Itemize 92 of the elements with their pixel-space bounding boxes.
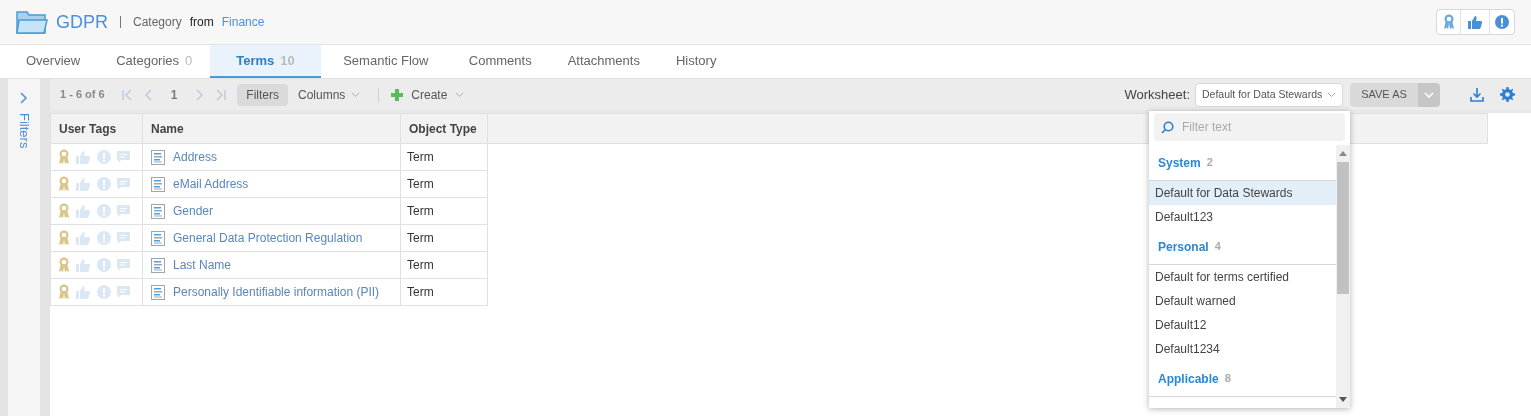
award-icon [58,257,70,273]
document-icon [151,176,165,192]
settings-icon[interactable] [1500,87,1515,102]
comment-icon [117,151,130,163]
comment-icon [117,232,130,244]
filters-button[interactable]: Filters [237,83,288,106]
filter-input[interactable]: Filter text [1182,118,1332,136]
comment-icon [117,205,130,217]
menu-item[interactable]: Default12 [1149,313,1336,337]
page-title: GDPR [56,10,108,34]
page-range: 1 - 6 of 6 [60,87,105,103]
thumbs-up-icon [76,230,91,246]
table-cell: Term [400,224,488,252]
exclamation-icon [97,285,111,299]
parent-link[interactable]: Finance [221,13,265,31]
group-count: 2 [1206,155,1213,171]
table-cell: Term [400,251,488,279]
expand-icon[interactable] [18,91,30,105]
award-icon [58,176,70,192]
exclamation-icon [1495,15,1509,29]
tab[interactable]: Terms 10 [210,45,321,78]
document-icon [151,230,165,246]
menu-item[interactable]: Default for Data Stewards [1149,181,1336,205]
column-header[interactable]: Object Type [400,113,488,144]
table-cell: Term [400,143,488,171]
term-link[interactable]: Address [173,148,218,166]
table-cell: Term [400,278,488,306]
filter-field[interactable]: Filter text [1154,113,1345,141]
document-icon [151,284,165,300]
thumbs-up-icon [76,257,91,273]
exclamation-icon [97,204,111,218]
tab[interactable]: Overview [8,45,99,78]
award-icon [58,284,70,300]
page-number: 1 [169,86,179,104]
tab[interactable]: Semantic Flow [320,45,451,78]
term-link[interactable]: Last Name [173,256,232,274]
caret-icon [455,91,465,98]
column-header[interactable]: User Tags [50,113,143,144]
group-heading: Applicable [1158,370,1219,388]
award-icon [58,149,70,165]
comment-icon [117,259,130,271]
document-icon [151,149,165,165]
scrollbar[interactable] [1336,145,1350,408]
group-count: 4 [1214,239,1221,255]
term-link[interactable]: Gender [173,202,214,220]
table-cell: Term [400,170,488,198]
exclamation-icon [97,258,111,272]
worksheet-dropdown[interactable]: Default for Data Stewards [1195,82,1343,107]
award-icon [1442,14,1455,30]
column-header[interactable]: Name [142,113,401,144]
group-count: 8 [1224,371,1231,387]
scroll-down-icon[interactable] [1339,397,1347,402]
columns-dropdown[interactable]: Columns [288,85,371,104]
search-icon [1161,120,1174,134]
caret-icon [1327,91,1336,98]
menu-item[interactable]: Default warned [1149,289,1336,313]
folder-icon [16,10,48,34]
document-icon [151,203,165,219]
thumbs-up-icon [76,203,91,219]
thumbs-up-icon [1467,14,1483,30]
exclamation-icon [97,231,111,245]
create-dropdown[interactable]: Create [387,85,469,104]
thumbs-up-icon [76,284,91,300]
tab[interactable]: History [657,45,735,78]
object-type: Category [133,14,182,31]
caret-icon [1424,91,1434,98]
download-icon[interactable] [1470,87,1484,102]
menu-item[interactable]: Default123 [1149,205,1336,229]
from-label: from [189,14,214,31]
group-heading: System [1158,154,1201,172]
comment-icon [117,286,130,298]
award-icon [58,230,70,246]
plus-icon [391,88,404,101]
term-link[interactable]: eMail Address [173,175,249,193]
thumbs-up-icon [76,176,91,192]
award-icon [58,203,70,219]
save-as-button[interactable]: SAVE AS [1350,82,1418,107]
menu-item[interactable]: Default for terms certified [1149,265,1336,289]
exclamation-icon [97,150,111,164]
table-cell: Term [400,197,488,225]
tab[interactable]: Categories 0 [98,45,211,78]
scroll-up-icon[interactable] [1339,151,1347,156]
tab[interactable]: Comments [450,45,550,78]
exclamation-icon [97,177,111,191]
document-icon [151,257,165,273]
caret-icon [351,91,361,98]
group-heading: Personal [1158,238,1209,256]
worksheet-label: Worksheet: [1124,85,1190,104]
tab[interactable]: Attachments [549,45,658,78]
comment-icon [117,178,130,190]
thumbs-up-icon [76,149,91,165]
menu-item[interactable]: Default1234 [1149,337,1336,361]
